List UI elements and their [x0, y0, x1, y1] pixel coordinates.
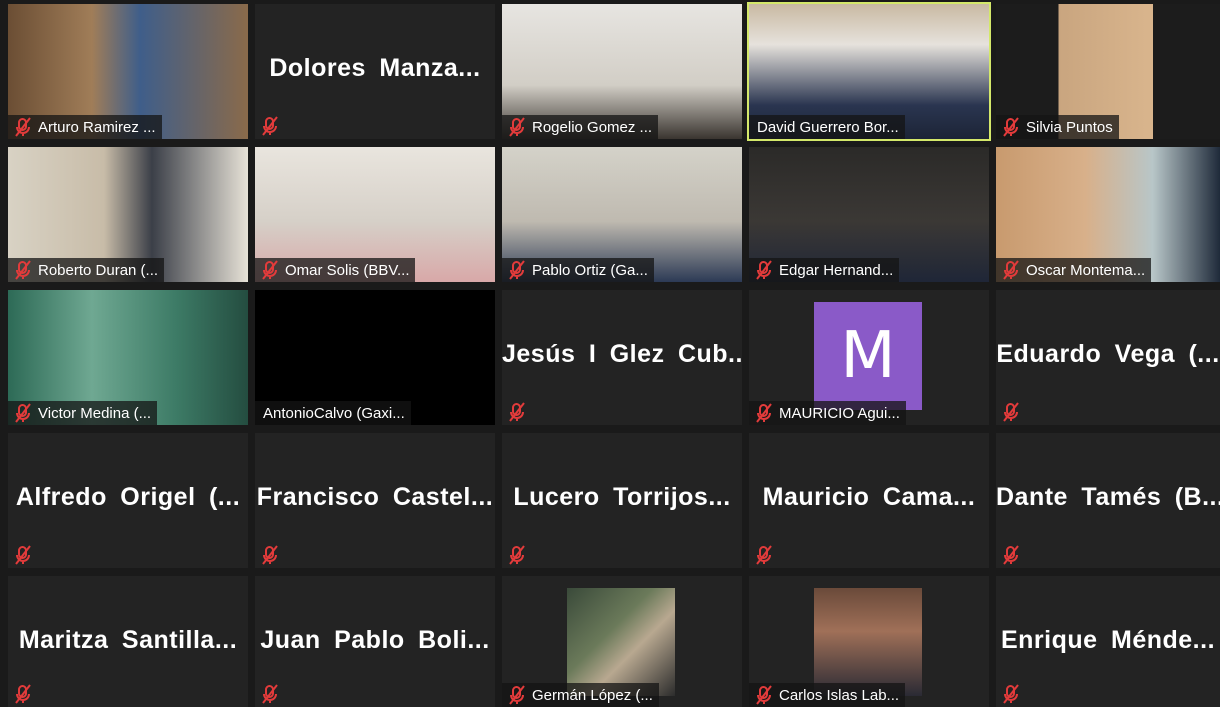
participant-tile[interactable]: AntonioCalvo (Gaxi...	[255, 290, 495, 425]
mic-muted-icon	[1000, 401, 1022, 423]
participant-name: David Guerrero Bor...	[757, 118, 899, 136]
participant-tile[interactable]: Dante Tamés (B...	[996, 433, 1220, 568]
mic-muted-icon	[259, 259, 281, 281]
participant-tile[interactable]: Carlos Islas Lab...	[749, 576, 989, 707]
participant-name: Rogelio Gomez ...	[532, 118, 653, 136]
name-label: Omar Solis (BBV...	[255, 258, 416, 282]
name-label: Pablo Ortiz (Ga...	[502, 258, 654, 282]
name-label: Rogelio Gomez ...	[502, 115, 659, 139]
name-label: Germán López (...	[502, 683, 659, 707]
participant-name: MAURICIO Agui...	[779, 404, 900, 422]
mic-muted-icon	[1000, 116, 1022, 138]
participant-name-large: Enrique Ménde...	[1000, 626, 1216, 654]
mic-muted-icon	[12, 116, 34, 138]
participant-tile[interactable]: Oscar Montema...	[996, 147, 1220, 282]
mic-muted-icon	[12, 402, 34, 424]
participant-tile[interactable]: Pablo Ortiz (Ga...	[502, 147, 742, 282]
participant-name: Carlos Islas Lab...	[779, 686, 900, 704]
participant-name-large: Mauricio Cama...	[762, 483, 976, 511]
participant-tile[interactable]: Eduardo Vega (...	[996, 290, 1220, 425]
participant-tile[interactable]: Arturo Ramirez ...	[8, 4, 248, 139]
participant-tile[interactable]: Alfredo Origel (...	[8, 433, 248, 568]
participant-tile[interactable]: Roberto Duran (...	[8, 147, 248, 282]
participant-name: Arturo Ramirez ...	[38, 118, 156, 136]
mic-muted-icon	[753, 684, 775, 706]
participant-tile[interactable]: Dolores Manza...	[255, 4, 495, 139]
gallery-view: Arturo Ramirez ... Dolores Manza... Roge…	[0, 0, 1220, 707]
mic-muted-icon	[506, 544, 528, 566]
participant-tile[interactable]: Francisco Castel...	[255, 433, 495, 568]
mic-muted-icon	[259, 544, 281, 566]
name-label: Edgar Hernand...	[749, 258, 900, 282]
mic-muted-icon	[506, 401, 528, 423]
participant-name: Edgar Hernand...	[779, 261, 894, 279]
participant-tile[interactable]: Victor Medina (...	[8, 290, 248, 425]
name-label: MAURICIO Agui...	[749, 401, 906, 425]
avatar: M	[814, 302, 922, 410]
name-label: Carlos Islas Lab...	[749, 683, 906, 707]
mic-muted-icon	[506, 259, 528, 281]
active-speaker-tile[interactable]: David Guerrero Bor...	[747, 2, 991, 141]
mic-muted-icon	[12, 259, 34, 281]
participant-tile[interactable]: Omar Solis (BBV...	[255, 147, 495, 282]
participant-name: Oscar Montema...	[1026, 261, 1146, 279]
participant-name-large: Dolores Manza...	[269, 54, 481, 82]
profile-photo	[567, 588, 675, 696]
mic-muted-icon	[753, 259, 775, 281]
mic-muted-icon	[12, 683, 34, 705]
participant-name: Silvia Puntos	[1026, 118, 1113, 136]
mic-muted-icon	[259, 115, 281, 137]
mic-muted-icon	[753, 544, 775, 566]
name-label: Silvia Puntos	[996, 115, 1119, 139]
participant-tile[interactable]: Jesús I Glez Cub...	[502, 290, 742, 425]
participant-name: Pablo Ortiz (Ga...	[532, 261, 648, 279]
name-label: Roberto Duran (...	[8, 258, 165, 282]
participant-name: Roberto Duran (...	[38, 261, 159, 279]
name-label: AntonioCalvo (Gaxi...	[255, 401, 411, 425]
participant-name-large: Dante Tamés (B...	[996, 483, 1220, 511]
participant-tile[interactable]: Juan Pablo Boli...	[255, 576, 495, 707]
participant-name: Victor Medina (...	[38, 404, 152, 422]
name-label: Oscar Montema...	[996, 258, 1152, 282]
participant-tile[interactable]: Silvia Puntos	[996, 4, 1220, 139]
participant-name: Omar Solis (BBV...	[285, 261, 410, 279]
participant-name: AntonioCalvo (Gaxi...	[263, 404, 405, 422]
mic-muted-icon	[506, 684, 528, 706]
participant-tile[interactable]: Rogelio Gomez ...	[502, 4, 742, 139]
profile-photo	[814, 588, 922, 696]
mic-muted-icon	[1000, 544, 1022, 566]
participant-tile[interactable]: Mauricio Cama...	[749, 433, 989, 568]
mic-muted-icon	[12, 544, 34, 566]
participant-tile[interactable]: Germán López (...	[502, 576, 742, 707]
mic-muted-icon	[1000, 683, 1022, 705]
name-label: David Guerrero Bor...	[749, 115, 905, 139]
participant-tile[interactable]: Edgar Hernand...	[749, 147, 989, 282]
participant-name-large: Jesús I Glez Cub...	[502, 340, 742, 368]
participant-name: Germán López (...	[532, 686, 653, 704]
name-label: Victor Medina (...	[8, 401, 158, 425]
mic-muted-icon	[1000, 259, 1022, 281]
participant-tile[interactable]: Lucero Torrijos...	[502, 433, 742, 568]
mic-muted-icon	[506, 116, 528, 138]
participant-name-large: Lucero Torrijos...	[513, 483, 731, 511]
participant-tile[interactable]: Enrique Ménde...	[996, 576, 1220, 707]
participant-name-large: Juan Pablo Boli...	[260, 626, 490, 654]
mic-muted-icon	[259, 683, 281, 705]
participant-tile[interactable]: Maritza Santilla...	[8, 576, 248, 707]
participant-name-large: Alfredo Origel (...	[15, 483, 241, 511]
mic-muted-icon	[753, 402, 775, 424]
participant-name-large: Maritza Santilla...	[18, 626, 238, 654]
participant-name-large: Eduardo Vega (...	[996, 340, 1220, 368]
name-label: Arturo Ramirez ...	[8, 115, 162, 139]
participant-tile[interactable]: M MAURICIO Agui...	[749, 290, 989, 425]
participant-name-large: Francisco Castel...	[256, 483, 494, 511]
